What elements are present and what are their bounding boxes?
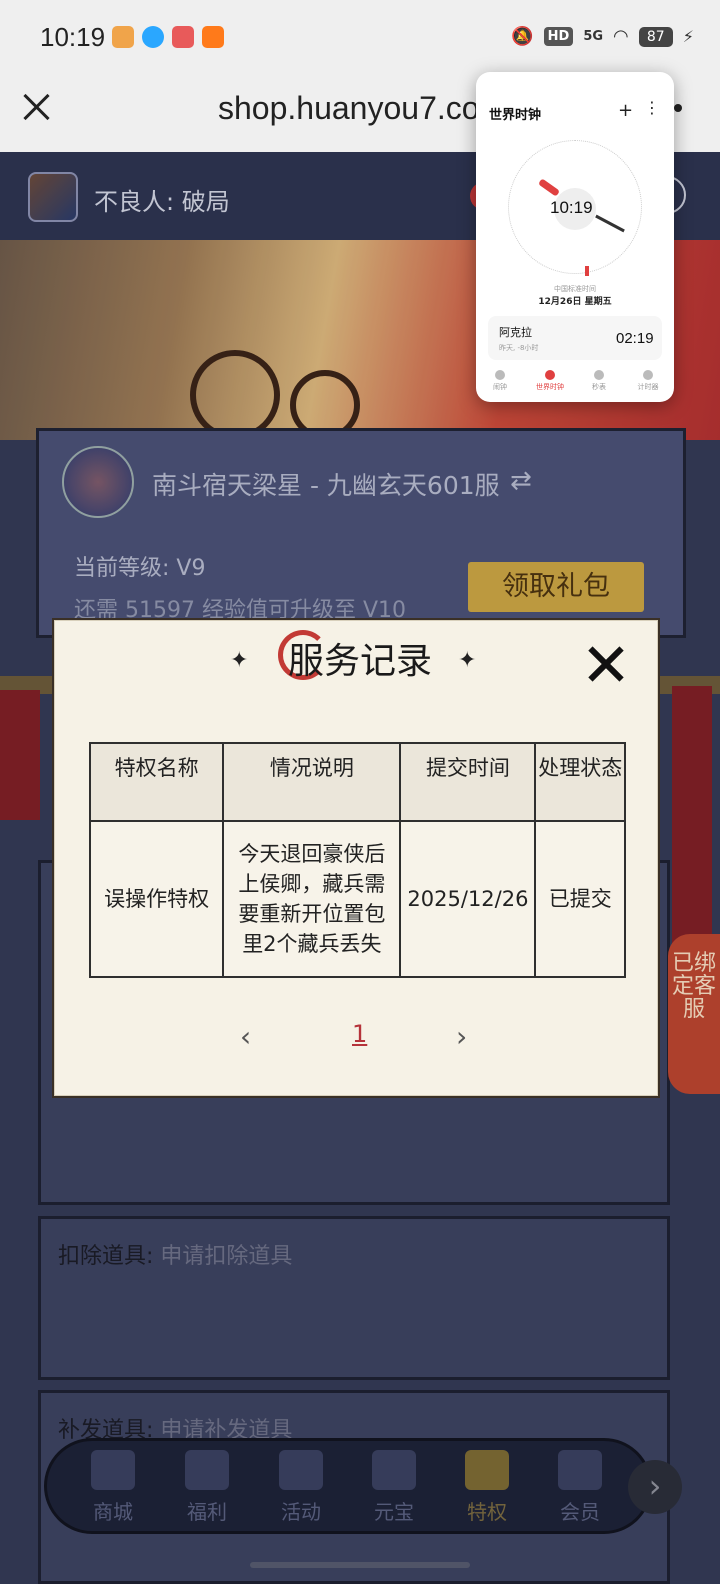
column-header: 处理状态	[534, 742, 626, 822]
tab-alarm[interactable]: 闹钟	[480, 370, 520, 392]
url-display[interactable]: shop.huanyou7.com	[218, 90, 506, 127]
more-options-icon[interactable]: ⋮	[644, 98, 660, 117]
close-modal-icon[interactable]	[586, 644, 626, 684]
tab-label: 世界时钟	[536, 383, 564, 391]
app-notification-icon	[202, 26, 224, 48]
widget-title: 世界时钟	[489, 108, 542, 123]
status-cell: 已提交	[534, 820, 626, 978]
flourish-right-icon: ✦	[458, 648, 477, 673]
signal-icon: 5G	[583, 29, 604, 44]
add-icon[interactable]: +	[618, 100, 633, 121]
close-icon[interactable]	[22, 92, 52, 122]
tab-label: 计时器	[637, 383, 659, 391]
table-row: 误操作特权 今天退回豪侠后上侯卿，藏兵需要重新开位置包里2个藏兵丢失 2025/…	[88, 820, 626, 978]
tab-timer[interactable]: 计时器	[628, 370, 668, 392]
clock-date: 12月26日 星期五	[538, 297, 612, 307]
chevron-right-icon[interactable]: ›	[456, 1020, 467, 1053]
time-zone: 中国标准时间	[554, 285, 596, 293]
stopwatch-icon	[594, 370, 604, 380]
privilege-name-cell: 误操作特权	[88, 820, 225, 978]
status-time: 10:19	[40, 22, 106, 52]
tab-label: 秒表	[592, 383, 606, 391]
battery-icon: 87	[638, 26, 673, 47]
app-notification-icon	[172, 26, 194, 48]
app-notification-icon	[112, 26, 134, 48]
wifi-icon: ◠	[613, 26, 629, 47]
city-time: 02:19	[616, 330, 654, 347]
charging-icon: ⚡	[682, 27, 694, 46]
tab-world-clock[interactable]: 世界时钟	[530, 370, 570, 392]
column-header: 情况说明	[222, 742, 402, 822]
column-header: 特权名称	[88, 742, 225, 822]
timer-icon	[643, 370, 653, 380]
hd-icon: HD	[543, 27, 574, 46]
submit-time-cell: 2025/12/26	[399, 820, 537, 978]
status-indicators: 🔕 HD 5G ◠ 87 ⚡	[511, 26, 694, 47]
more-options-icon[interactable]	[674, 104, 682, 112]
service-record-table: 特权名称 情况说明 提交时间 处理状态 误操作特权 今天退回豪侠后上侯卿，藏兵需…	[88, 742, 626, 978]
table-header-row: 特权名称 情况说明 提交时间 处理状态	[88, 742, 626, 822]
second-marker	[585, 266, 589, 276]
chevron-left-icon[interactable]: ‹	[240, 1020, 251, 1053]
city-name: 阿克拉	[499, 326, 532, 339]
page-number[interactable]: 1	[352, 1020, 367, 1048]
clock-time: 10:19	[550, 198, 593, 217]
tab-stopwatch[interactable]: 秒表	[579, 370, 619, 392]
description-cell: 今天退回豪侠后上侯卿，藏兵需要重新开位置包里2个藏兵丢失	[222, 820, 402, 978]
globe-icon	[545, 370, 555, 380]
alarm-icon	[495, 370, 505, 380]
city-time-diff: 昨天, -8小时	[499, 344, 539, 352]
status-app-icons	[112, 26, 224, 48]
column-header: 提交时间	[399, 742, 537, 822]
qq-icon	[142, 26, 164, 48]
tab-label: 闹钟	[493, 383, 507, 391]
mute-icon: 🔕	[511, 26, 534, 47]
